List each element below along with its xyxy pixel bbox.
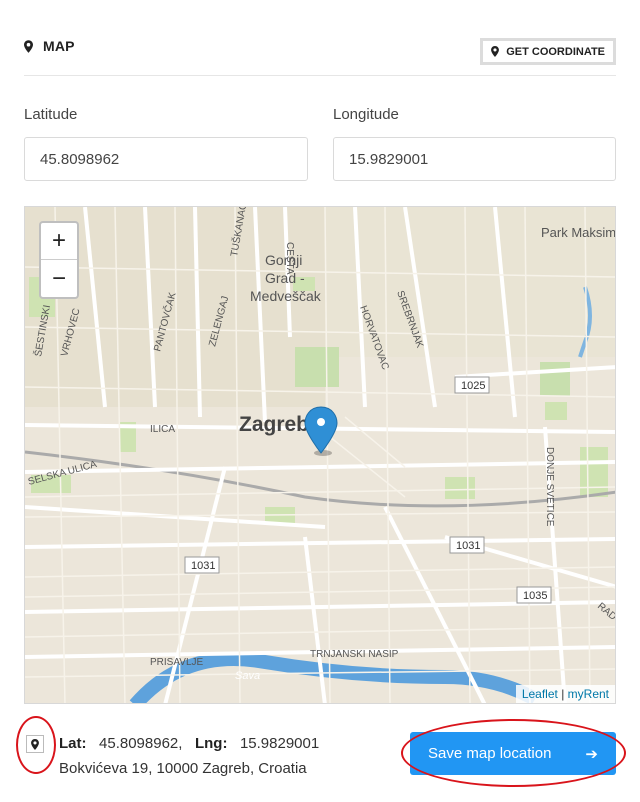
- latitude-label: Latitude: [24, 106, 78, 123]
- lng-label: Lng:: [194, 735, 228, 752]
- leaflet-link[interactable]: Leaflet: [522, 687, 558, 701]
- map-label-city: Zagreb: [239, 413, 309, 436]
- attribution-separator: |: [557, 687, 568, 701]
- coordinates-readout: Lat: 45.8098962, Lng: 15.9829001: [59, 735, 319, 752]
- zoom-out-button[interactable]: −: [41, 260, 77, 297]
- highlight-ellipse-pin: [16, 716, 56, 774]
- map-view[interactable]: Zagreb Gornji Grad - Medveščak Park Maks…: [24, 206, 616, 704]
- myrent-link[interactable]: myRent: [568, 687, 609, 701]
- road-badge-1025: 1025: [461, 380, 485, 392]
- map-label-medvescak: Medveščak: [250, 288, 322, 304]
- map-tiles[interactable]: Zagreb Gornji Grad - Medveščak Park Maks…: [25, 207, 616, 704]
- road-badge-1031-east: 1031: [456, 540, 480, 552]
- section-title: MAP: [24, 38, 75, 54]
- address-text: Bokvićeva 19, 10000 Zagreb, Croatia: [59, 760, 307, 777]
- map-label-cesta: CESTA: [284, 242, 295, 275]
- map-label-park-maksimir: Park Maksimir: [541, 225, 616, 240]
- map-label-donje-svetice: DONJE SVETICE: [544, 447, 555, 527]
- zoom-in-button[interactable]: +: [41, 223, 77, 260]
- section-title-text: MAP: [43, 38, 75, 54]
- highlight-ellipse-button: [401, 719, 626, 787]
- lng-value: 15.9829001: [239, 735, 320, 752]
- get-coordinate-button[interactable]: GET COORDINATE: [480, 38, 616, 65]
- road-badge-1031-west: 1031: [191, 560, 215, 572]
- lat-label: Lat:: [59, 735, 87, 752]
- road-badge-1035: 1035: [523, 590, 547, 602]
- map-label-gornji: Gornji: [265, 252, 302, 268]
- get-coordinate-label: GET COORDINATE: [506, 45, 605, 58]
- map-label-trnjanski-nasip: TRNJANSKI NASIP: [310, 649, 399, 660]
- longitude-input[interactable]: [333, 137, 616, 181]
- map-label-prisavlje: PRISAVLJE: [150, 657, 203, 668]
- latitude-input[interactable]: [24, 137, 308, 181]
- longitude-label: Longitude: [333, 106, 399, 123]
- map-label-sava: Sava: [235, 670, 260, 682]
- map-label-ilica: ILICA: [150, 424, 175, 435]
- lat-value: 45.8098962,: [99, 735, 183, 752]
- map-attribution: Leaflet | myRent: [515, 685, 615, 703]
- map-marker-icon: [24, 39, 33, 53]
- zoom-control: + −: [39, 221, 79, 299]
- map-section-header: MAP GET COORDINATE: [24, 30, 616, 76]
- map-marker-icon: [491, 46, 500, 57]
